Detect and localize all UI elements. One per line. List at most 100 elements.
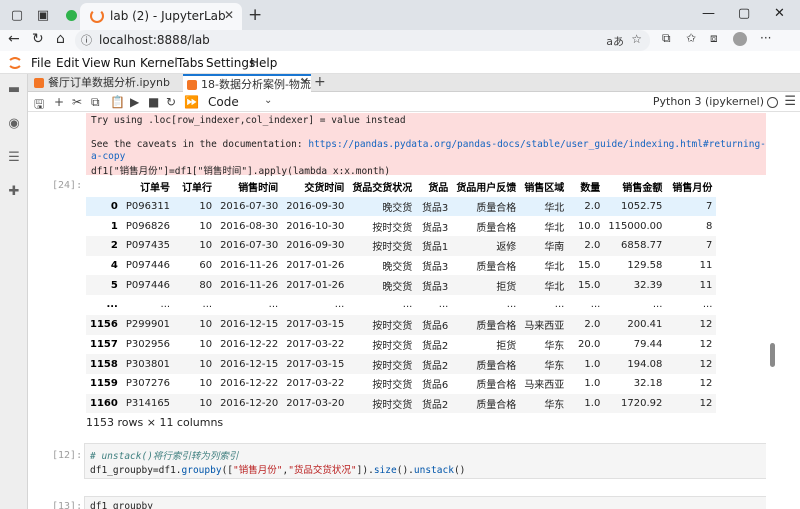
table-cell: 质量合格 — [476, 321, 517, 333]
table-cell: 12 — [699, 358, 713, 370]
notebook-icon — [34, 78, 44, 88]
table-cell: 80 — [199, 279, 213, 291]
favorite-icon[interactable]: ☆ — [631, 32, 642, 46]
table-cell: 60 — [199, 260, 213, 272]
menu-tabs[interactable]: Tabs — [177, 56, 204, 70]
table-cell: ... — [554, 299, 565, 311]
table-cell: 按时交货 — [372, 222, 413, 234]
new-tab-icon[interactable]: + — [248, 5, 262, 25]
notebook-menu-icon[interactable]: ☰ — [784, 94, 796, 109]
input-prompt: [12]: — [52, 450, 83, 461]
site-info-icon[interactable]: ⓘ — [81, 32, 92, 48]
chevron-down-icon[interactable]: ⌄ — [264, 95, 272, 106]
close-tab-icon[interactable]: ✕ — [224, 8, 234, 22]
menu-settings[interactable]: Settings — [206, 56, 255, 70]
table-cell: 2017-01-26 — [286, 260, 345, 272]
table-cell: 2016-07-30 — [220, 240, 279, 252]
read-aloud-icon[interactable]: aあ — [606, 33, 624, 49]
table-of-contents-icon[interactable]: ☰ — [7, 150, 21, 165]
table-cell: 华北 — [544, 281, 565, 293]
code-cell-12[interactable]: # unstack()将行索引转为列索引 df1_groupby=df1.gro… — [84, 443, 766, 479]
back-icon[interactable]: ← — [8, 31, 20, 47]
menu-kernel[interactable]: Kernel — [140, 56, 178, 70]
column-header: 交货时间 — [304, 183, 345, 195]
workspace-icon[interactable] — [62, 6, 80, 24]
paste-icon[interactable]: 📋 — [110, 95, 125, 109]
table-cell: 10 — [199, 358, 213, 370]
collections-icon[interactable]: ⧈ — [710, 31, 718, 46]
address-bar[interactable]: ⓘ localhost:8888/lab aあ ☆ — [75, 30, 650, 51]
code-cell-13[interactable]: df1_groupby — [84, 496, 766, 509]
url-text[interactable]: localhost:8888/lab — [99, 33, 210, 47]
table-cell: 115000.00 — [608, 220, 663, 232]
new-launcher-icon[interactable]: + — [314, 74, 326, 90]
file-browser-icon[interactable]: ▬ — [7, 82, 21, 97]
table-cell: 10 — [199, 397, 213, 409]
table-cell: P302956 — [125, 338, 171, 350]
minimize-icon[interactable]: — — [702, 6, 715, 21]
table-cell: 2.0 — [584, 240, 601, 252]
restart-run-all-icon[interactable]: ⏩ — [184, 95, 199, 109]
running-kernels-icon[interactable]: ◉ — [7, 116, 21, 131]
close-window-icon[interactable]: ✕ — [774, 6, 785, 21]
run-icon[interactable]: ▶ — [130, 95, 139, 109]
reload-icon[interactable]: ↻ — [32, 31, 44, 47]
notebook-scrollbar[interactable] — [766, 113, 800, 509]
row-index: 1157 — [90, 338, 118, 350]
menu-edit[interactable]: Edit — [56, 56, 79, 70]
docs-link[interactable]: https://pandas.pydata.org/pandas-docs/st… — [308, 139, 766, 150]
close-doc-tab-icon[interactable]: ✕ — [300, 75, 309, 88]
copy-icon[interactable]: ⧉ — [91, 95, 100, 110]
menu-help[interactable]: Help — [250, 56, 277, 70]
table-cell: 货品6 — [421, 380, 449, 392]
scrollbar-thumb[interactable] — [770, 343, 775, 367]
table-cell: 质量合格 — [476, 203, 517, 215]
table-cell: 2016-09-30 — [286, 201, 345, 213]
column-header — [86, 177, 122, 197]
table-cell: 华东 — [544, 399, 565, 411]
table-cell: 7 — [706, 240, 713, 252]
avatar[interactable] — [733, 32, 747, 50]
insert-cell-icon[interactable]: + — [54, 95, 64, 109]
maximize-icon[interactable]: ▢ — [738, 6, 750, 21]
doc-tab-restaurant[interactable]: 餐厅订单数据分析.ipynb — [30, 74, 180, 92]
table-cell: 15.0 — [578, 260, 601, 272]
table-cell: 按时交货 — [372, 380, 413, 392]
table-cell: ... — [438, 299, 449, 311]
menu-view[interactable]: View — [82, 56, 110, 70]
column-header: 销售区域 — [524, 183, 565, 195]
table-cell: 质量合格 — [476, 222, 517, 234]
profile-icon[interactable]: ▢ — [8, 6, 26, 24]
table-cell: 200.41 — [627, 319, 663, 331]
kernel-name[interactable]: Python 3 (ipykernel) — [653, 95, 764, 108]
tab-actions-icon[interactable]: ▣ — [34, 6, 52, 24]
table-cell: 2017-03-15 — [286, 358, 345, 370]
browser-tab[interactable]: lab (2) - JupyterLab ✕ — [80, 3, 242, 30]
table-cell: ... — [702, 299, 713, 311]
cell-type-select[interactable]: Code — [208, 95, 239, 109]
table-cell: 2016-07-30 — [220, 201, 279, 213]
row-index: 2 — [110, 240, 118, 252]
extension-manager-icon[interactable]: ✚ — [7, 184, 21, 199]
extensions-icon[interactable]: ⧉ — [662, 31, 671, 46]
home-icon[interactable]: ⌂ — [56, 31, 65, 47]
cut-icon[interactable]: ✂ — [72, 95, 82, 109]
jupyter-menubar: File Edit View Run Kernel Tabs Settings … — [0, 52, 800, 74]
table-cell: 2017-03-22 — [286, 378, 345, 390]
column-header: 销售金额 — [622, 183, 663, 195]
warning-line: a-copy — [91, 151, 125, 162]
more-icon[interactable]: ··· — [760, 31, 771, 45]
notebook-icon — [187, 80, 197, 90]
table-cell: ... — [334, 299, 345, 311]
menu-file[interactable]: File — [31, 56, 51, 70]
table-cell: ... — [590, 299, 601, 311]
restart-icon[interactable]: ↻ — [166, 95, 176, 109]
docs-link[interactable]: a-copy — [91, 151, 125, 162]
notebook-content: Try using .loc[row_indexer,col_indexer] … — [28, 113, 766, 509]
doc-tab-logistics[interactable]: 18-数据分析案例-物流分析.i — [183, 74, 311, 92]
menu-run[interactable]: Run — [113, 56, 136, 70]
stop-icon[interactable]: ■ — [148, 95, 159, 109]
table-cell: 10 — [199, 319, 213, 331]
row-index: 1159 — [90, 378, 118, 390]
favorites-icon[interactable]: ✩ — [686, 31, 696, 45]
